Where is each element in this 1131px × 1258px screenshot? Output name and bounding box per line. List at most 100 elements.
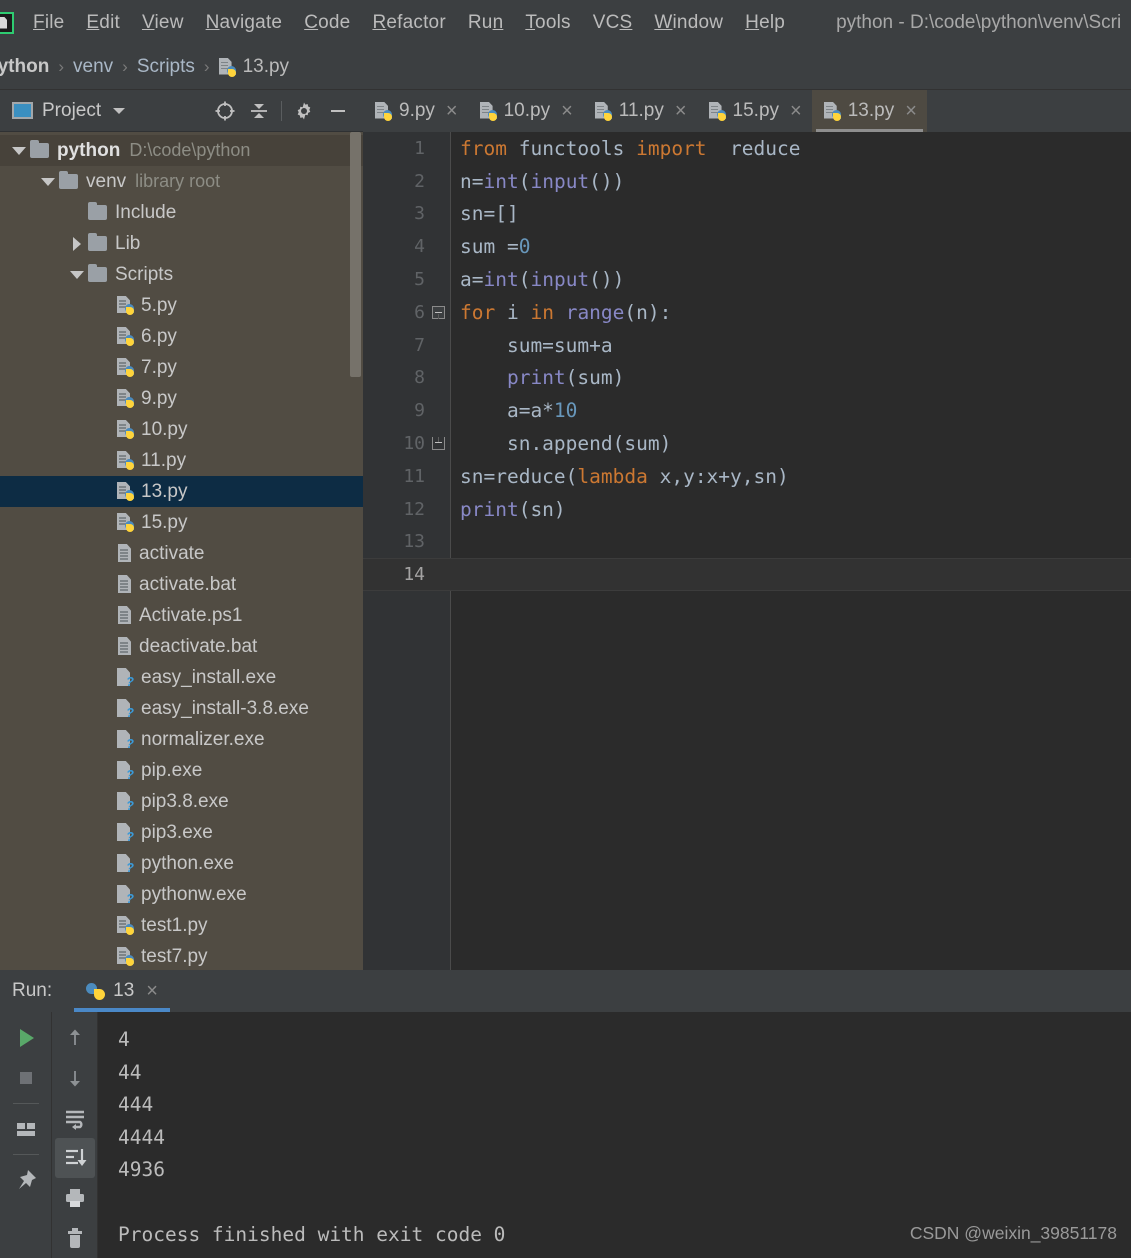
tree-item-python-exe[interactable]: ? python.exe (0, 848, 363, 879)
text-file-icon (117, 606, 132, 625)
breadcrumb-item-python[interactable]: python (0, 56, 49, 78)
project-tree[interactable]: python D:\code\python venv library root Incl… (0, 132, 363, 970)
menu-item-tools[interactable]: Tools (514, 12, 581, 34)
tree-item-python[interactable]: python D:\code\python (0, 135, 363, 166)
editor-tab-13-py[interactable]: 13.py × (811, 90, 927, 132)
tree-item-pythonw-exe[interactable]: ? pythonw.exe (0, 879, 363, 910)
tree-item-label: Scripts (115, 263, 174, 285)
menu-item-navigate[interactable]: Navigate (195, 12, 294, 34)
window-title: python - D:\code\python\venv\Scri (836, 11, 1122, 33)
menu-item-code[interactable]: Code (293, 12, 361, 34)
tree-item-deactivate-bat[interactable]: deactivate.bat (0, 631, 363, 662)
tree-item-test7-py[interactable]: test7.py (0, 941, 363, 970)
menu-item-edit[interactable]: Edit (75, 12, 131, 34)
tree-item-venv[interactable]: venv library root (0, 166, 363, 197)
soft-wrap-icon[interactable] (55, 1098, 95, 1138)
tree-item-label: pythonw.exe (141, 883, 247, 905)
run-panel-label: Run: (12, 980, 53, 1001)
code-editor[interactable]: 1 from functools import reduce 2 n=int(inpu… (363, 132, 1131, 970)
menu-item-help[interactable]: Help (734, 12, 796, 34)
down-arrow-icon[interactable] (55, 1058, 95, 1098)
menu-item-run[interactable]: Run (457, 12, 514, 34)
breadcrumb-item-venv[interactable]: venv (73, 56, 113, 78)
tree-item-6-py[interactable]: 6.py (0, 321, 363, 352)
code-line-text: sn=[] (460, 202, 519, 226)
close-icon[interactable]: × (561, 101, 573, 121)
breadcrumb-separator: › (58, 57, 64, 76)
tree-item-13-py[interactable]: 13.py (0, 476, 363, 507)
tree-item-Scripts[interactable]: Scripts (0, 259, 363, 290)
locate-icon[interactable] (208, 94, 242, 128)
chevron-right-icon[interactable] (66, 236, 88, 251)
editor-tab-15-py[interactable]: 15.py × (697, 90, 812, 132)
tree-item-pip3-exe[interactable]: ? pip3.exe (0, 817, 363, 848)
breadcrumb[interactable]: python › venv › Scripts › 13.py (0, 45, 1131, 90)
tree-item-Activate-ps1[interactable]: Activate.ps1 (0, 600, 363, 631)
tree-item-pip-exe[interactable]: ? pip.exe (0, 755, 363, 786)
editor-area: 9.py × 10.py × 11.py × 15.py × 13.py × 1 from func… (363, 90, 1131, 970)
tree-item-5-py[interactable]: 5.py (0, 290, 363, 321)
stop-icon[interactable] (6, 1058, 46, 1098)
run-tab-13[interactable]: 13 × (74, 970, 170, 1012)
tree-item-label: test7.py (141, 945, 208, 967)
breadcrumb-item-13-py[interactable]: 13.py (243, 56, 289, 78)
close-icon[interactable]: × (146, 981, 158, 1001)
unknown-file-icon: ? (117, 761, 134, 781)
tree-item-test1-py[interactable]: test1.py (0, 910, 363, 941)
tree-item-normalizer-exe[interactable]: ? normalizer.exe (0, 724, 363, 755)
print-icon[interactable] (55, 1178, 95, 1218)
gear-icon[interactable] (287, 94, 321, 128)
chevron-down-icon[interactable] (8, 146, 30, 155)
chevron-down-icon[interactable] (113, 107, 126, 114)
tree-item-10-py[interactable]: 10.py (0, 414, 363, 445)
editor-tab-11-py[interactable]: 11.py × (583, 90, 697, 132)
tree-item-activate-bat[interactable]: activate.bat (0, 569, 363, 600)
close-icon[interactable]: × (675, 101, 687, 121)
layout-icon[interactable] (6, 1109, 46, 1149)
tree-item-Include[interactable]: Include (0, 197, 363, 228)
tree-item-7-py[interactable]: 7.py (0, 352, 363, 383)
run-console-output[interactable]: 4 44 444 4444 4936 Process finished with exit… (98, 1012, 1131, 1258)
tree-item-activate[interactable]: activate (0, 538, 363, 569)
breadcrumb-item-Scripts[interactable]: Scripts (137, 56, 195, 78)
tree-item-11-py[interactable]: 11.py (0, 445, 363, 476)
toolbar-divider (12, 1154, 39, 1155)
trash-icon[interactable] (55, 1218, 95, 1258)
tree-item-easy_install-exe[interactable]: ? easy_install.exe (0, 662, 363, 693)
minimize-icon[interactable] (321, 94, 355, 128)
scroll-to-end-icon[interactable] (54, 1138, 95, 1178)
tree-item-label: 15.py (141, 511, 188, 533)
editor-tab-label: 9.py (399, 100, 435, 121)
editor-tab-9-py[interactable]: 9.py × (363, 90, 468, 132)
fold-collapse-icon[interactable] (425, 305, 451, 319)
close-icon[interactable]: × (905, 101, 917, 121)
tree-item-label: Activate.ps1 (139, 604, 243, 626)
line-number: 3 (414, 203, 425, 225)
tree-item-label: deactivate.bat (139, 635, 258, 657)
project-tree-scrollbar[interactable] (350, 132, 361, 377)
menu-item-refactor[interactable]: Refactor (361, 12, 456, 34)
editor-tab-label: 15.py (732, 100, 780, 121)
collapse-all-icon[interactable] (242, 94, 276, 128)
close-icon[interactable]: × (446, 101, 458, 121)
tree-item-15-py[interactable]: 15.py (0, 507, 363, 538)
tree-item-Lib[interactable]: Lib (0, 228, 363, 259)
menu-item-window[interactable]: Window (643, 12, 734, 34)
close-icon[interactable]: × (790, 101, 802, 121)
rerun-icon[interactable] (6, 1018, 46, 1058)
editor-tab-10-py[interactable]: 10.py × (468, 90, 583, 132)
chevron-down-icon[interactable] (66, 270, 88, 279)
fold-end-icon[interactable] (425, 437, 451, 451)
chevron-down-icon[interactable] (37, 177, 59, 186)
code-line-text: sum =0 (460, 235, 531, 259)
menu-item-vcs[interactable]: VCS (582, 12, 644, 34)
menu-item-view[interactable]: View (131, 12, 195, 34)
code-line-text: a=int(input()) (460, 268, 625, 292)
python-file-icon (375, 101, 392, 121)
tree-item-pip3-8-exe[interactable]: ? pip3.8.exe (0, 786, 363, 817)
up-arrow-icon[interactable] (55, 1018, 95, 1058)
tree-item-easy_install-3-8-exe[interactable]: ? easy_install-3.8.exe (0, 693, 363, 724)
tree-item-9-py[interactable]: 9.py (0, 383, 363, 414)
pin-icon[interactable] (6, 1160, 46, 1200)
menu-item-file[interactable]: File (22, 12, 75, 34)
